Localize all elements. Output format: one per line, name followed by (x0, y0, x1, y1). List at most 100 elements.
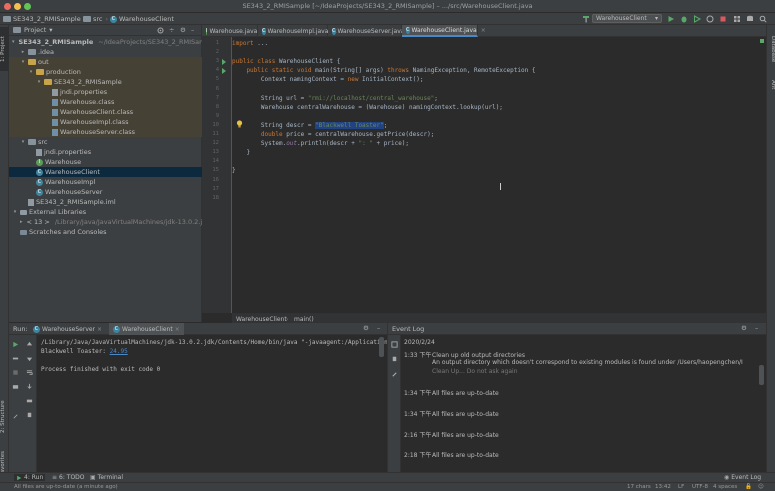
status-caret-position[interactable]: 13:42 (655, 484, 671, 490)
todo-tool-tab[interactable]: ≡ 6: TODO (52, 474, 85, 481)
gear-icon[interactable]: ⚙ (741, 324, 747, 332)
tree-item[interactable]: SE343_2_RMISample.iml (9, 197, 202, 207)
close-icon[interactable]: × (175, 326, 180, 333)
locate-icon[interactable] (157, 27, 164, 34)
database-tool-tab[interactable]: Database (767, 29, 775, 69)
search-icon[interactable] (759, 15, 767, 23)
run-tab-client[interactable]: C WarehouseClient × (109, 323, 184, 335)
hide-icon[interactable]: – (191, 26, 194, 34)
breadcrumb-method[interactable]: main() (294, 316, 314, 323)
rerun-icon[interactable] (12, 341, 19, 348)
tree-item[interactable]: ▾ SE343_2_RMISample (9, 77, 202, 87)
scroll-end-icon[interactable] (26, 383, 33, 390)
tree-item[interactable]: ▾ SE343_2_RMISample ~/IdeaProjects/SE343_2… (9, 37, 215, 47)
close-icon[interactable]: × (481, 27, 486, 34)
trash-icon[interactable] (391, 355, 398, 362)
inspection-ok-icon[interactable] (760, 39, 764, 43)
nav-crumb-src[interactable]: src › (83, 15, 109, 23)
project-tool-tab[interactable]: 1: Project (0, 27, 9, 71)
chevron-down-icon[interactable]: ▾ (20, 59, 26, 65)
nav-crumb-project[interactable]: SE343_2_RMISample › (3, 15, 87, 23)
tree-item[interactable]: WarehouseImpl.class (9, 117, 202, 127)
editor-tab[interactable]: C WarehouseClient.java × (402, 25, 486, 37)
run-gutter-icon[interactable] (222, 59, 226, 66)
status-line-separator[interactable]: LF (678, 484, 684, 490)
status-message[interactable]: All files are up-to-date (a minute ago) (14, 484, 118, 490)
gear-icon[interactable]: ⚙ (180, 26, 186, 34)
scroll-up-icon[interactable] (26, 341, 33, 348)
tree-item[interactable]: Scratches and Consoles (9, 227, 202, 237)
chevron-right-icon[interactable]: ▸ (20, 219, 23, 225)
inspector-icon[interactable]: ☺ (758, 484, 764, 490)
ant-tool-tab[interactable]: Ant (767, 75, 775, 95)
run-gutter-icon[interactable] (222, 68, 226, 75)
breadcrumb-class[interactable]: WarehouseClient (236, 316, 287, 323)
status-encoding[interactable]: UTF-8 (692, 484, 708, 490)
chevron-down-icon[interactable]: ▾ (49, 26, 52, 34)
tree-item[interactable]: ▾ out (9, 57, 202, 67)
tree-item[interactable]: ▾ External Libraries (9, 207, 202, 217)
tree-item[interactable]: jndi.properties (9, 87, 202, 97)
chevron-right-icon[interactable]: ▸ (20, 49, 26, 55)
debug-icon[interactable] (680, 15, 688, 23)
tree-item[interactable]: ▸ .idea (9, 47, 202, 57)
trash-icon[interactable] (26, 411, 33, 418)
hammer-icon[interactable] (582, 15, 590, 23)
terminal-tool-tab[interactable]: ▣ Terminal (90, 474, 123, 481)
print-icon[interactable] (26, 397, 33, 404)
lock-icon[interactable]: 🔓 (745, 484, 752, 490)
scroll-down-icon[interactable] (26, 355, 33, 362)
camera-icon[interactable] (12, 383, 19, 390)
code-editor[interactable]: import ... public class WarehouseClient {… (232, 37, 766, 313)
stop-icon[interactable] (719, 15, 727, 23)
run-icon[interactable] (667, 15, 675, 23)
hide-icon[interactable]: – (755, 324, 758, 332)
hide-icon[interactable]: – (377, 324, 380, 332)
status-indent[interactable]: 4 spaces (713, 484, 737, 490)
structure-tool-tab[interactable]: 2: Structure (0, 395, 9, 439)
event-log-entry[interactable]: Clean Up... Do not ask again (404, 368, 518, 375)
mark-read-icon[interactable] (391, 341, 398, 348)
soft-wrap-icon[interactable] (26, 369, 33, 376)
close-icon[interactable]: × (97, 326, 102, 333)
chevron-down-icon[interactable]: ▾ (12, 209, 18, 215)
run-toolbar (9, 335, 37, 472)
chevron-down-icon[interactable]: ▾ (20, 139, 26, 145)
collapse-all-icon[interactable]: ÷ (169, 26, 174, 34)
chevron-down-icon[interactable]: ▾ (28, 69, 34, 75)
run-tool-tab[interactable]: 4: Run (14, 474, 46, 481)
tree-item[interactable]: I Warehouse (9, 157, 202, 167)
gear-icon[interactable]: ⚙ (363, 324, 369, 332)
tree-item[interactable]: C WarehouseImpl (9, 177, 202, 187)
tree-item[interactable]: ▾ production (9, 67, 202, 77)
console-scrollbar[interactable] (379, 337, 384, 357)
project-structure-icon[interactable] (733, 15, 741, 23)
chevron-down-icon[interactable]: ▾ (12, 39, 15, 45)
database-icon[interactable] (746, 15, 754, 23)
editor-tab[interactable]: IWarehouse.java× (202, 25, 266, 37)
editor-tab[interactable]: CWarehouseServer.java× (328, 25, 413, 37)
pin-icon[interactable] (12, 413, 19, 420)
bottom-tool-tabs: 4: Run ≡ 6: TODO ▣ Terminal ◉ Event Log (0, 472, 775, 482)
stop-icon[interactable] (12, 369, 19, 376)
tree-item[interactable]: C WarehouseClient (9, 167, 202, 177)
run-tab-server[interactable]: C WarehouseServer × (29, 323, 106, 335)
wrench-icon[interactable] (391, 371, 398, 378)
run-configuration-select[interactable]: WarehouseClient ▾ (592, 14, 662, 23)
event-log-tool-tab[interactable]: ◉ Event Log (724, 474, 761, 481)
tree-item[interactable]: jndi.properties (9, 147, 202, 157)
tree-item[interactable]: Warehouse.class (9, 97, 202, 107)
tree-item[interactable]: C WarehouseServer (9, 187, 202, 197)
run-console[interactable]: /Library/Java/JavaVirtualMachines/jdk-13… (37, 335, 402, 472)
coverage-icon[interactable] (693, 15, 701, 23)
chevron-down-icon[interactable]: ▾ (36, 79, 42, 85)
tree-item[interactable]: ▸ < 13 > /Library/Java/JavaVirtualMachines… (9, 217, 210, 227)
tree-item[interactable]: WarehouseServer.class (9, 127, 202, 137)
tree-item[interactable]: ▾ src (9, 137, 202, 147)
wrench-icon[interactable] (12, 355, 19, 362)
tree-item[interactable]: WarehouseClient.class (9, 107, 202, 117)
profile-icon[interactable] (706, 15, 714, 23)
event-log-scrollbar[interactable] (759, 365, 764, 385)
editor-tab[interactable]: CWarehouseImpl.java× (258, 25, 337, 37)
nav-crumb-class[interactable]: C WarehouseClient (110, 15, 174, 23)
